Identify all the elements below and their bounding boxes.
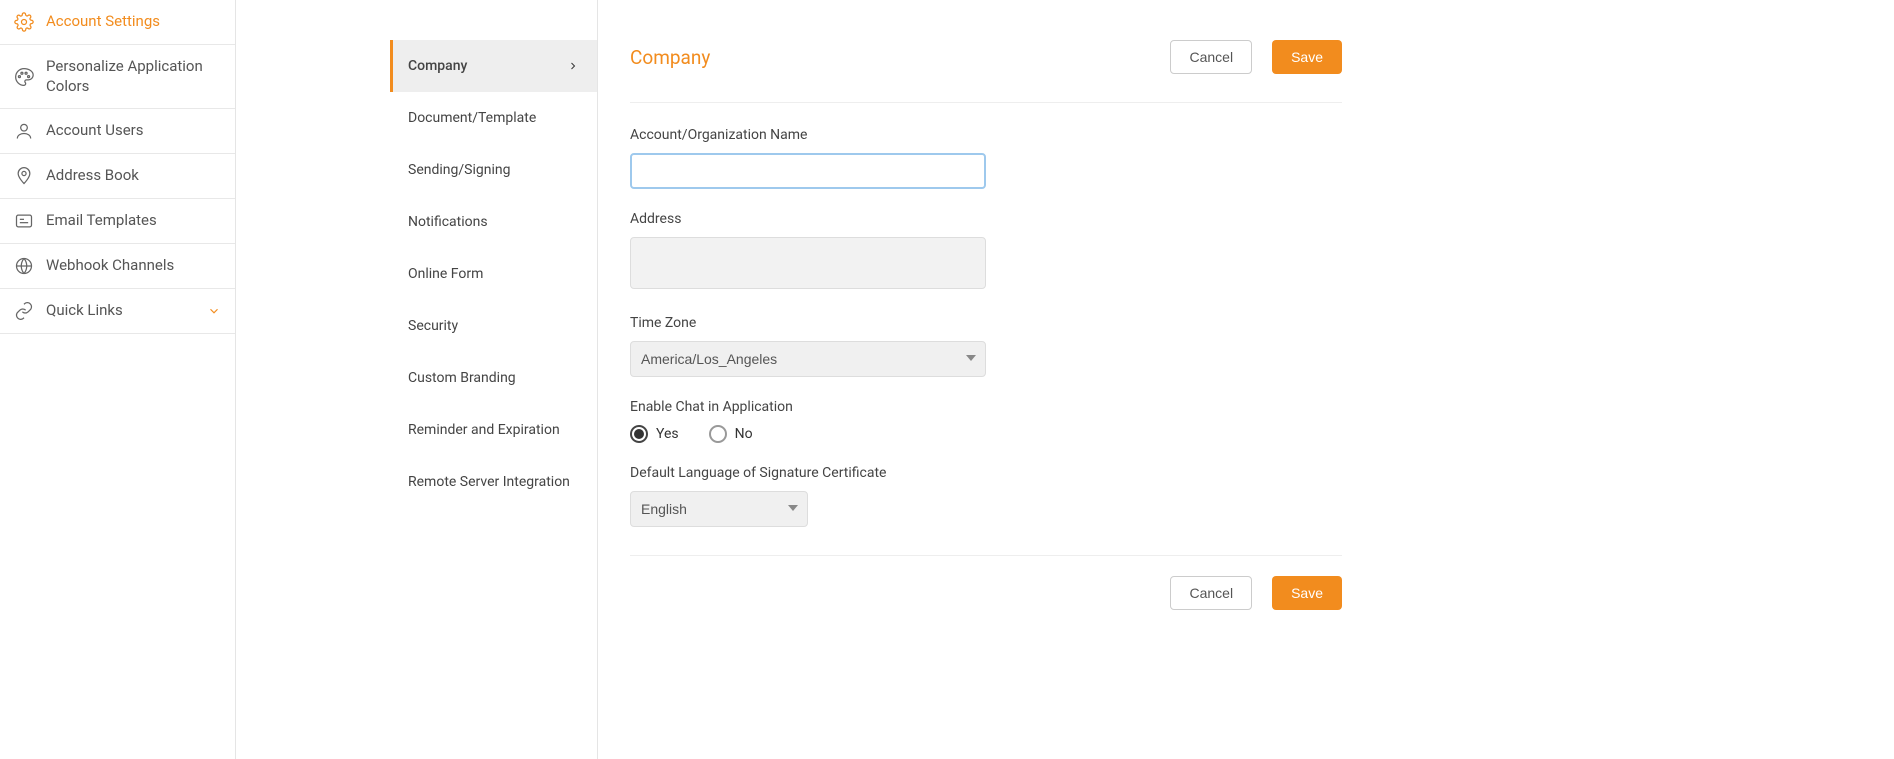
subnav-item-label: Sending/Signing <box>408 162 510 178</box>
subnav-item-label: Online Form <box>408 266 483 282</box>
timezone-group: Time Zone America/Los_Angeles <box>630 315 1342 377</box>
subnav-wrap: Company Document/Template Sending/Signin… <box>236 0 598 759</box>
sidebar-item-label: Address Book <box>46 166 221 186</box>
radio-label: Yes <box>656 426 679 442</box>
subnav-item-label: Security <box>408 318 458 334</box>
address-label: Address <box>630 211 1342 227</box>
enable-chat-yes[interactable]: Yes <box>630 425 679 443</box>
subnav-item-label: Remote Server Integration <box>408 474 570 490</box>
radio-icon <box>630 425 648 443</box>
subnav-item-label: Reminder and Expiration <box>408 422 560 438</box>
subnav-item-sending-signing[interactable]: Sending/Signing <box>390 144 597 196</box>
sidebar-item-label: Account Settings <box>46 12 221 32</box>
org-name-label: Account/Organization Name <box>630 127 1342 143</box>
save-button-footer[interactable]: Save <box>1272 576 1342 610</box>
timezone-select-wrap: America/Los_Angeles <box>630 341 986 377</box>
page-header: Company Cancel Save <box>630 40 1342 103</box>
user-icon <box>14 121 34 141</box>
sidebar-item-email-templates[interactable]: Email Templates <box>0 199 235 244</box>
default-lang-group: Default Language of Signature Certificat… <box>630 465 1342 527</box>
org-name-input[interactable] <box>630 153 986 189</box>
enable-chat-group: Enable Chat in Application Yes No <box>630 399 1342 443</box>
subnav-item-security[interactable]: Security <box>390 300 597 352</box>
cancel-button[interactable]: Cancel <box>1170 40 1252 74</box>
timezone-label: Time Zone <box>630 315 1342 331</box>
sidebar-item-webhook-channels[interactable]: Webhook Channels <box>0 244 235 289</box>
enable-chat-label: Enable Chat in Application <box>630 399 1342 415</box>
org-name-group: Account/Organization Name <box>630 127 1342 189</box>
chevron-down-icon <box>207 304 221 318</box>
address-input[interactable] <box>630 237 986 289</box>
subnav-item-label: Document/Template <box>408 110 536 126</box>
sidebar-item-personalize-colors[interactable]: Personalize Application Colors <box>0 45 235 109</box>
radio-label: No <box>735 426 753 442</box>
chevron-right-icon <box>567 60 579 72</box>
footer-actions: Cancel Save <box>630 576 1342 610</box>
enable-chat-no[interactable]: No <box>709 425 753 443</box>
gear-icon <box>14 12 34 32</box>
save-button[interactable]: Save <box>1272 40 1342 74</box>
subnav-item-label: Notifications <box>408 214 488 230</box>
cancel-button-footer[interactable]: Cancel <box>1170 576 1252 610</box>
sidebar-item-label: Personalize Application Colors <box>46 57 221 96</box>
default-lang-select[interactable]: English <box>630 491 808 527</box>
link-icon <box>14 301 34 321</box>
main-content: Company Cancel Save Account/Organization… <box>598 0 1374 759</box>
subnav-item-company[interactable]: Company <box>390 40 597 92</box>
divider <box>630 555 1342 556</box>
sidebar-item-address-book[interactable]: Address Book <box>0 154 235 199</box>
sidebar-nav: Account Settings Personalize Application… <box>0 0 236 759</box>
sidebar-item-quick-links[interactable]: Quick Links <box>0 289 235 334</box>
sidebar-item-label: Account Users <box>46 121 221 141</box>
sidebar-item-label: Quick Links <box>46 301 195 321</box>
sidebar-item-label: Email Templates <box>46 211 221 231</box>
subnav-item-remote-server[interactable]: Remote Server Integration <box>390 456 597 508</box>
sidebar-item-account-users[interactable]: Account Users <box>0 109 235 154</box>
card-icon <box>14 211 34 231</box>
globe-icon <box>14 256 34 276</box>
page-title: Company <box>630 46 710 69</box>
default-lang-label: Default Language of Signature Certificat… <box>630 465 1342 481</box>
sidebar-item-account-settings[interactable]: Account Settings <box>0 0 235 45</box>
palette-icon <box>14 67 34 87</box>
timezone-select[interactable]: America/Los_Angeles <box>630 341 986 377</box>
settings-subnav: Company Document/Template Sending/Signin… <box>390 0 598 759</box>
map-pin-icon <box>14 166 34 186</box>
subnav-item-custom-branding[interactable]: Custom Branding <box>390 352 597 404</box>
default-lang-select-wrap: English <box>630 491 808 527</box>
subnav-item-label: Company <box>408 58 467 74</box>
subnav-item-reminder-expiration[interactable]: Reminder and Expiration <box>390 404 597 456</box>
sidebar-item-label: Webhook Channels <box>46 256 221 276</box>
enable-chat-radios: Yes No <box>630 425 1342 443</box>
header-actions: Cancel Save <box>1170 40 1342 74</box>
subnav-item-doc-template[interactable]: Document/Template <box>390 92 597 144</box>
subnav-item-notifications[interactable]: Notifications <box>390 196 597 248</box>
address-group: Address <box>630 211 1342 293</box>
radio-icon <box>709 425 727 443</box>
subnav-item-online-form[interactable]: Online Form <box>390 248 597 300</box>
subnav-item-label: Custom Branding <box>408 370 516 386</box>
